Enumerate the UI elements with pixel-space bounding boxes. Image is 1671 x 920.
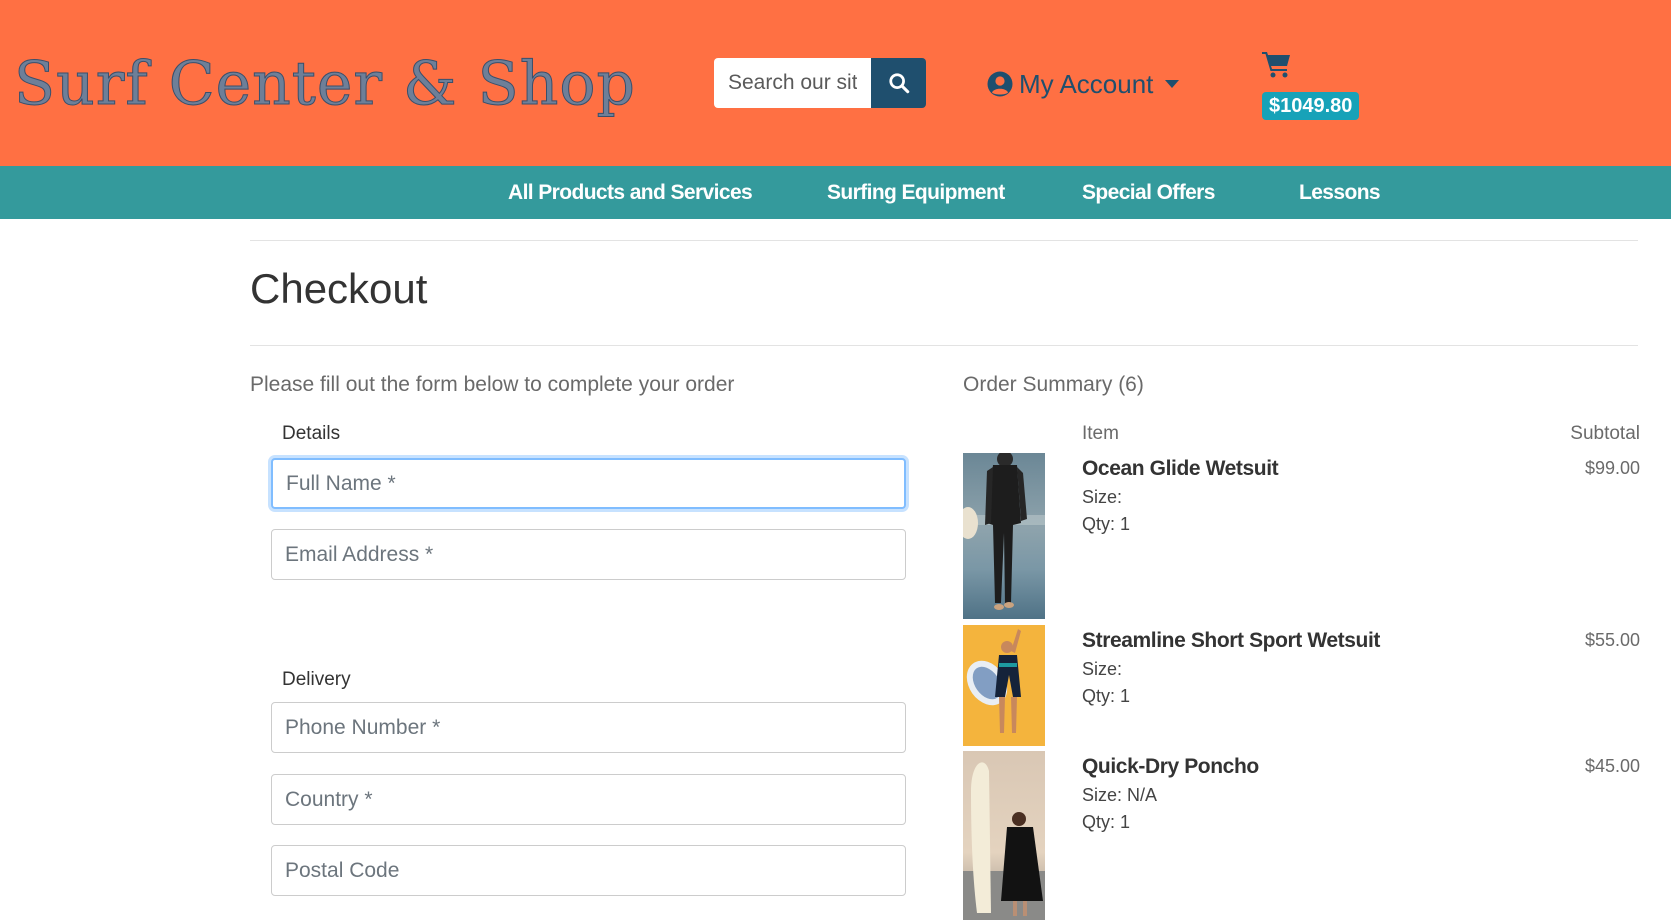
cart-total-badge: $1049.80 [1262,92,1360,120]
qty-value: 1 [1120,514,1131,534]
full-name-field[interactable] [271,458,906,509]
size-label: Size: [1082,659,1123,679]
details-section-label: Details [282,423,341,444]
cart-item-size: Size: [1082,485,1127,509]
divider [250,240,1638,241]
qty-label: Qty: [1082,686,1116,706]
cart-item-qty: Qty: 1 [1082,684,1130,708]
cart-item-size: Size: [1082,657,1127,681]
nav-item-lessons[interactable]: Lessons [1299,166,1381,219]
email-field[interactable] [271,529,906,580]
size-label: Size: [1082,487,1123,507]
size-value: N/A [1127,785,1158,805]
product-image-ocean-glide-wetsuit [963,453,1045,619]
page-title: Checkout [250,265,428,312]
subtotal-column-header: Subtotal [1570,423,1640,444]
nav-item-special-offers[interactable]: Special Offers [1082,166,1215,219]
size-label: Size: [1082,785,1123,805]
site-header: Surf Center & Shop My Account [0,0,1671,166]
chevron-down-icon [1165,79,1180,89]
my-account-dropdown[interactable]: My Account [987,64,1180,104]
cart-item-qty: Qty: 1 [1082,512,1130,536]
delivery-section-label: Delivery [282,669,351,690]
search-form [714,58,926,108]
product-image-quick-dry-poncho [963,751,1045,920]
order-summary-title: Order Summary (6) [963,373,1144,396]
item-column-header: Item [1082,423,1119,444]
my-account-label: My Account [1019,68,1154,99]
postal-code-field[interactable] [271,845,906,896]
product-image-streamline-short-sport-wetsuit [963,625,1045,746]
main-nav: All Products and Services Surfing Equipm… [0,166,1671,219]
cart-item-name[interactable]: Streamline Short Sport Wetsuit [1082,627,1380,655]
nav-item-surfing-equipment[interactable]: Surfing Equipment [827,166,1005,219]
cart-item-name[interactable]: Quick-Dry Poncho [1082,753,1259,781]
qty-label: Qty: [1082,514,1116,534]
cart-item-name[interactable]: Ocean Glide Wetsuit [1082,455,1279,483]
cart-item-subtotal: $99.00 [1584,458,1640,478]
qty-value: 1 [1120,686,1131,706]
cart-item-subtotal: $45.00 [1584,756,1640,776]
form-intro-text: Please fill out the form below to comple… [250,373,735,396]
search-button[interactable] [871,58,926,108]
cart-item-size: Size: N/A [1082,783,1157,807]
cart-item-subtotal: $55.00 [1584,630,1640,650]
cart-item-qty: Qty: 1 [1082,810,1130,834]
qty-value: 1 [1120,812,1131,832]
phone-number-field[interactable] [271,702,906,753]
country-field[interactable] [271,774,906,825]
qty-label: Qty: [1082,812,1116,832]
search-icon [888,72,910,94]
nav-item-all-products[interactable]: All Products and Services [508,166,753,219]
shopping-cart-icon [1262,50,1292,83]
search-input[interactable] [714,58,871,108]
cart-link[interactable]: $1049.80 [1262,46,1362,122]
user-circle-icon [987,71,1013,97]
divider [250,345,1638,346]
site-logo[interactable]: Surf Center & Shop [14,44,636,124]
